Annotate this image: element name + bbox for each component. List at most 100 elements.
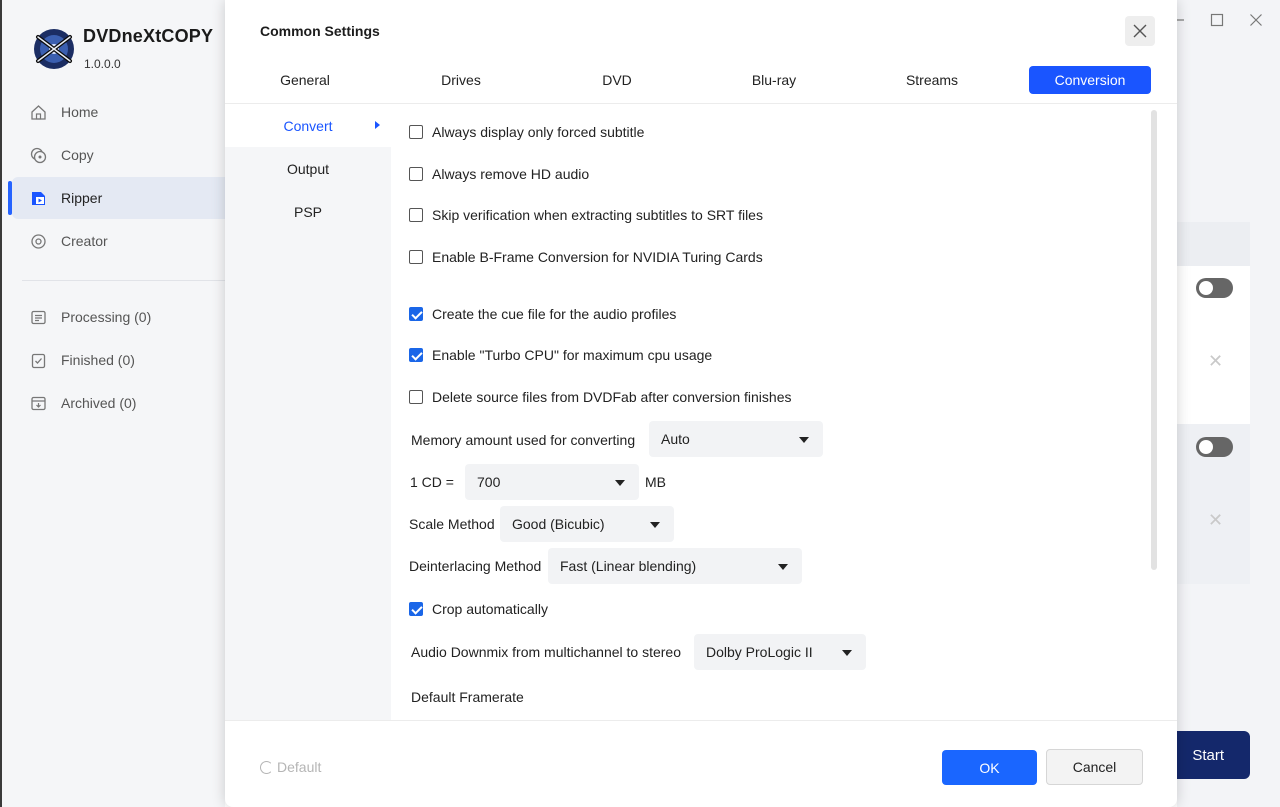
task-toggle-1[interactable] [1196, 278, 1233, 298]
option-forced-subtitle[interactable]: Always display only forced subtitle [409, 124, 644, 140]
settings-tabs: General Drives DVD Blu-ray Streams Conve… [225, 66, 1177, 104]
checkbox-checked[interactable] [409, 307, 423, 321]
option-turbo-cpu[interactable]: Enable "Turbo CPU" for maximum cpu usage [409, 347, 712, 363]
chevron-down-icon [778, 564, 788, 570]
remove-task-icon[interactable]: ✕ [1208, 351, 1223, 372]
checkbox[interactable] [409, 250, 423, 264]
window-edge [0, 0, 2, 807]
scale-method-value: Good (Bicubic) [512, 516, 605, 532]
nav-home[interactable]: Home [12, 91, 225, 133]
settings-scrollbar[interactable] [1151, 110, 1157, 570]
caret-right-icon [375, 121, 380, 129]
tab-bluray[interactable]: Blu-ray [734, 66, 814, 94]
archived-icon [30, 395, 47, 412]
dialog-title: Common Settings [260, 23, 380, 39]
window-close-icon[interactable] [1246, 10, 1266, 30]
nav-home-label: Home [61, 104, 99, 120]
task-panel-header [1177, 222, 1250, 266]
subnav-psp[interactable]: PSP [225, 190, 391, 233]
nav-ripper-label: Ripper [61, 190, 103, 206]
scale-method-label: Scale Method [409, 516, 495, 532]
home-icon [30, 104, 47, 121]
scale-method-select[interactable]: Good (Bicubic) [500, 506, 674, 542]
option-label: Crop automatically [432, 601, 548, 617]
checkbox-checked[interactable] [409, 602, 423, 616]
cd-size-label: 1 CD = [410, 474, 454, 490]
deinterlacing-select[interactable]: Fast (Linear blending) [548, 548, 802, 584]
nav-archived[interactable]: Archived (0) [12, 382, 225, 424]
tab-drives[interactable]: Drives [421, 66, 501, 94]
tab-general[interactable]: General [265, 66, 345, 94]
option-label: Always remove HD audio [432, 166, 590, 182]
checkbox-checked[interactable] [409, 348, 423, 362]
nav-ripper[interactable]: Ripper [8, 177, 225, 219]
option-label: Enable B-Frame Conversion for NVIDIA Tur… [432, 249, 763, 265]
downmix-value: Dolby ProLogic II [706, 644, 813, 660]
nav-archived-label: Archived (0) [61, 395, 137, 411]
conversion-subnav: Convert Output PSP [225, 104, 391, 720]
option-label: Enable "Turbo CPU" for maximum cpu usage [432, 347, 713, 363]
option-cue-file[interactable]: Create the cue file for the audio profil… [409, 306, 676, 322]
cancel-button[interactable]: Cancel [1046, 749, 1143, 785]
copy-icon [30, 147, 47, 164]
nav-copy[interactable]: Copy [12, 134, 225, 176]
tab-conversion[interactable]: Conversion [1029, 66, 1151, 94]
memory-label: Memory amount used for converting [411, 432, 636, 448]
option-label: Skip verification when extracting subtit… [432, 207, 763, 223]
default-framerate-label: Default Framerate [411, 689, 524, 705]
task-toggle-2[interactable] [1196, 437, 1233, 457]
memory-value: Auto [661, 431, 690, 447]
chevron-down-icon [799, 437, 809, 443]
chevron-down-icon [650, 522, 660, 528]
chevron-down-icon [615, 480, 625, 486]
subnav-convert[interactable]: Convert [225, 104, 391, 147]
ok-button[interactable]: OK [942, 750, 1037, 785]
common-settings-dialog: Common Settings General Drives DVD Blu-r… [225, 0, 1177, 807]
option-bframe-nvidia[interactable]: Enable B-Frame Conversion for NVIDIA Tur… [409, 249, 763, 265]
close-icon [1133, 24, 1147, 38]
subnav-output[interactable]: Output [225, 147, 391, 190]
reset-icon [260, 760, 273, 774]
nav-divider [22, 280, 225, 281]
convert-settings-panel: Always display only forced subtitle Alwa… [391, 104, 1177, 720]
nav-creator-label: Creator [61, 233, 108, 249]
memory-select[interactable]: Auto [649, 421, 823, 457]
option-label: Create the cue file for the audio profil… [432, 306, 677, 322]
deinterlacing-label: Deinterlacing Method [409, 558, 542, 574]
option-skip-srt-verification[interactable]: Skip verification when extracting subtit… [409, 207, 763, 223]
finished-icon [30, 352, 47, 369]
app-logo [34, 29, 74, 69]
app-name: DVDneXtCOPY [83, 26, 214, 46]
checkbox[interactable] [409, 208, 423, 222]
nav-processing[interactable]: Processing (0) [12, 296, 225, 338]
checkbox[interactable] [409, 390, 423, 404]
option-remove-hd-audio[interactable]: Always remove HD audio [409, 166, 589, 182]
dialog-footer: Default OK Cancel [225, 720, 1177, 807]
dialog-close-button[interactable] [1125, 16, 1155, 46]
downmix-select[interactable]: Dolby ProLogic II [694, 634, 866, 670]
cd-size-value: 700 [477, 474, 501, 490]
processing-icon [30, 309, 47, 326]
option-crop-automatically[interactable]: Crop automatically [409, 601, 548, 617]
remove-task-icon[interactable]: ✕ [1208, 510, 1223, 531]
option-label: Always display only forced subtitle [432, 124, 645, 140]
chevron-down-icon [842, 650, 852, 656]
checkbox[interactable] [409, 167, 423, 181]
deinterlacing-value: Fast (Linear blending) [560, 558, 697, 574]
nav-finished[interactable]: Finished (0) [12, 339, 225, 381]
nav-copy-label: Copy [61, 147, 94, 163]
tab-streams[interactable]: Streams [892, 66, 972, 94]
maximize-icon[interactable] [1207, 10, 1227, 30]
option-delete-source[interactable]: Delete source files from DVDFab after co… [409, 389, 791, 405]
tab-dvd[interactable]: DVD [577, 66, 657, 94]
cd-size-select[interactable]: 700 [465, 464, 639, 500]
subnav-convert-label: Convert [283, 117, 333, 134]
default-button[interactable]: Default [260, 759, 321, 775]
nav-finished-label: Finished (0) [61, 352, 135, 368]
downmix-label: Audio Downmix from multichannel to stere… [411, 644, 682, 660]
ripper-icon [30, 190, 47, 207]
default-label: Default [277, 759, 322, 775]
checkbox[interactable] [409, 125, 423, 139]
option-label: Delete source files from DVDFab after co… [432, 389, 792, 405]
nav-creator[interactable]: Creator [12, 220, 225, 262]
